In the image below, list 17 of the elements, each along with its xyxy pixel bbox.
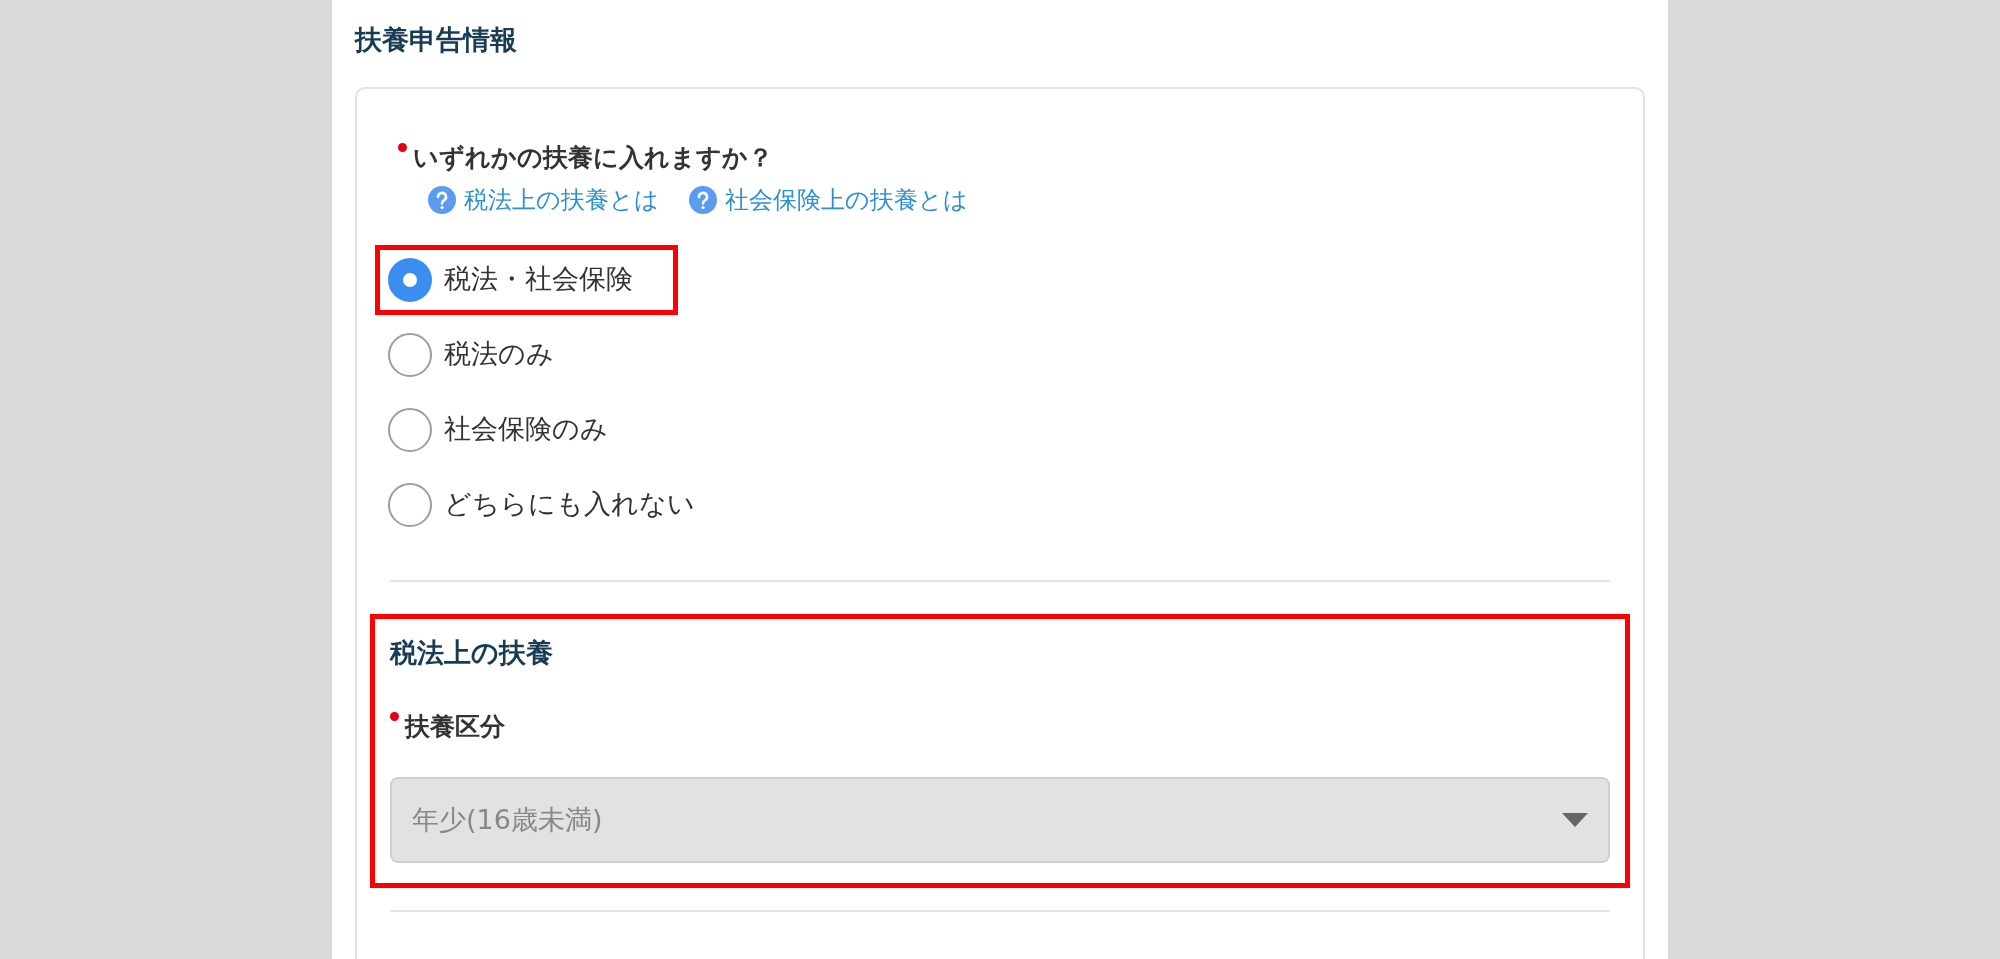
help-icon <box>689 186 717 214</box>
help-icon <box>428 186 456 214</box>
question-label: いずれかの扶養に入れますか？ <box>413 141 773 174</box>
caret-icon <box>1562 813 1588 827</box>
section-title: 扶養申告情報 <box>355 23 518 57</box>
radio-button[interactable] <box>388 332 432 377</box>
help-link[interactable]: 税法上の扶養とは <box>428 182 659 218</box>
radio-button[interactable] <box>388 482 432 527</box>
radio-label: 社会保険のみ <box>444 412 608 447</box>
radio-button[interactable] <box>388 257 432 302</box>
radio-button[interactable] <box>388 407 432 452</box>
radio-label: 税法・社会保険 <box>444 262 633 297</box>
help-link[interactable]: 社会保険上の扶養とは <box>689 182 968 218</box>
radio-label: 税法のみ <box>444 337 554 372</box>
field-label: 扶養区分 <box>405 710 505 743</box>
subsection-title: 税法上の扶養 <box>390 636 554 670</box>
radio-label: どちらにも入れない <box>444 487 695 522</box>
